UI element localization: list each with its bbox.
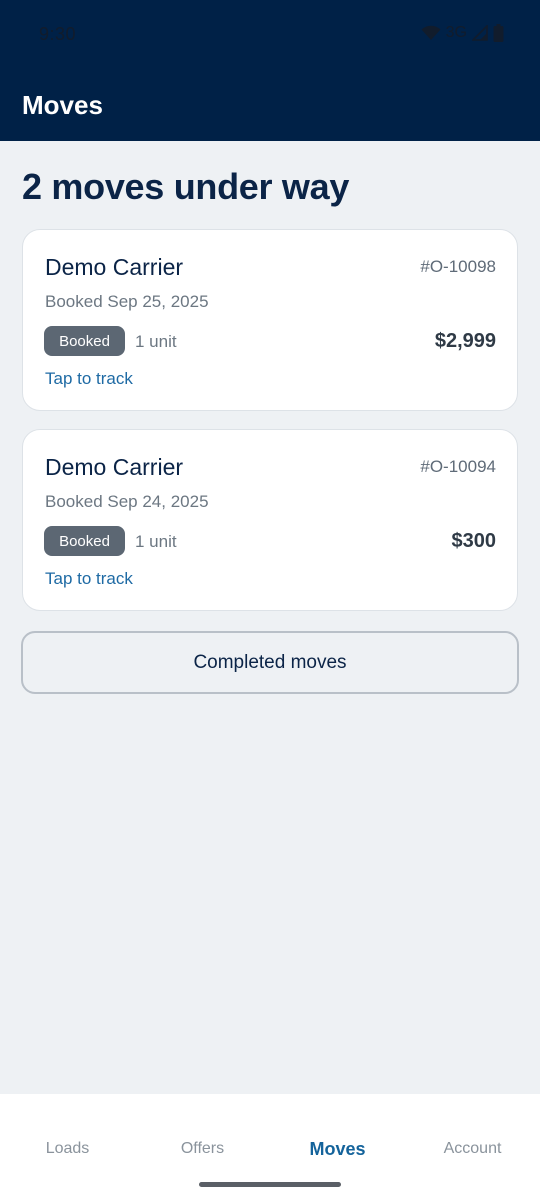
status-bar: 9:30 3G	[0, 0, 540, 68]
track-link[interactable]: Tap to track	[45, 569, 133, 589]
nav-item-account[interactable]: Account	[405, 1140, 540, 1158]
moves-screen: 9:30 3G Moves 2 moves under way Demo Car…	[0, 0, 540, 1200]
status-time: 9:30	[39, 24, 77, 44]
nav-item-loads[interactable]: Loads	[0, 1140, 135, 1158]
carrier-name: Demo Carrier	[45, 254, 184, 280]
app-header: 9:30 3G Moves	[0, 0, 540, 141]
status-badge: Booked	[44, 326, 125, 356]
nav-item-offers[interactable]: Offers	[135, 1140, 270, 1158]
completed-moves-button[interactable]: Completed moves	[21, 631, 519, 694]
move-card[interactable]: Demo Carrier #O-10094 Booked Sep 24, 202…	[22, 429, 518, 611]
page-title: 2 moves under way	[22, 166, 350, 207]
status-icons: 3G	[421, 22, 504, 44]
track-link[interactable]: Tap to track	[45, 369, 133, 389]
battery-icon	[493, 24, 504, 42]
price: $300	[451, 530, 497, 552]
price: $2,999	[434, 330, 496, 352]
signal-icon	[472, 25, 488, 41]
unit-count: 1 unit	[135, 532, 177, 551]
unit-count: 1 unit	[135, 332, 177, 351]
header-title: Moves	[22, 90, 103, 120]
status-badge: Booked	[44, 526, 125, 556]
wifi-icon	[421, 25, 441, 40]
booked-date: Booked Sep 24, 2025	[45, 492, 209, 511]
carrier-name: Demo Carrier	[45, 454, 184, 480]
home-indicator[interactable]	[199, 1182, 341, 1187]
move-card[interactable]: Demo Carrier #O-10098 Booked Sep 25, 202…	[22, 229, 518, 411]
order-id: #O-10094	[420, 457, 496, 476]
network-type-label: 3G	[445, 24, 467, 41]
nav-item-moves[interactable]: Moves	[270, 1139, 405, 1160]
booked-date: Booked Sep 25, 2025	[45, 292, 209, 311]
order-id: #O-10098	[420, 257, 496, 276]
